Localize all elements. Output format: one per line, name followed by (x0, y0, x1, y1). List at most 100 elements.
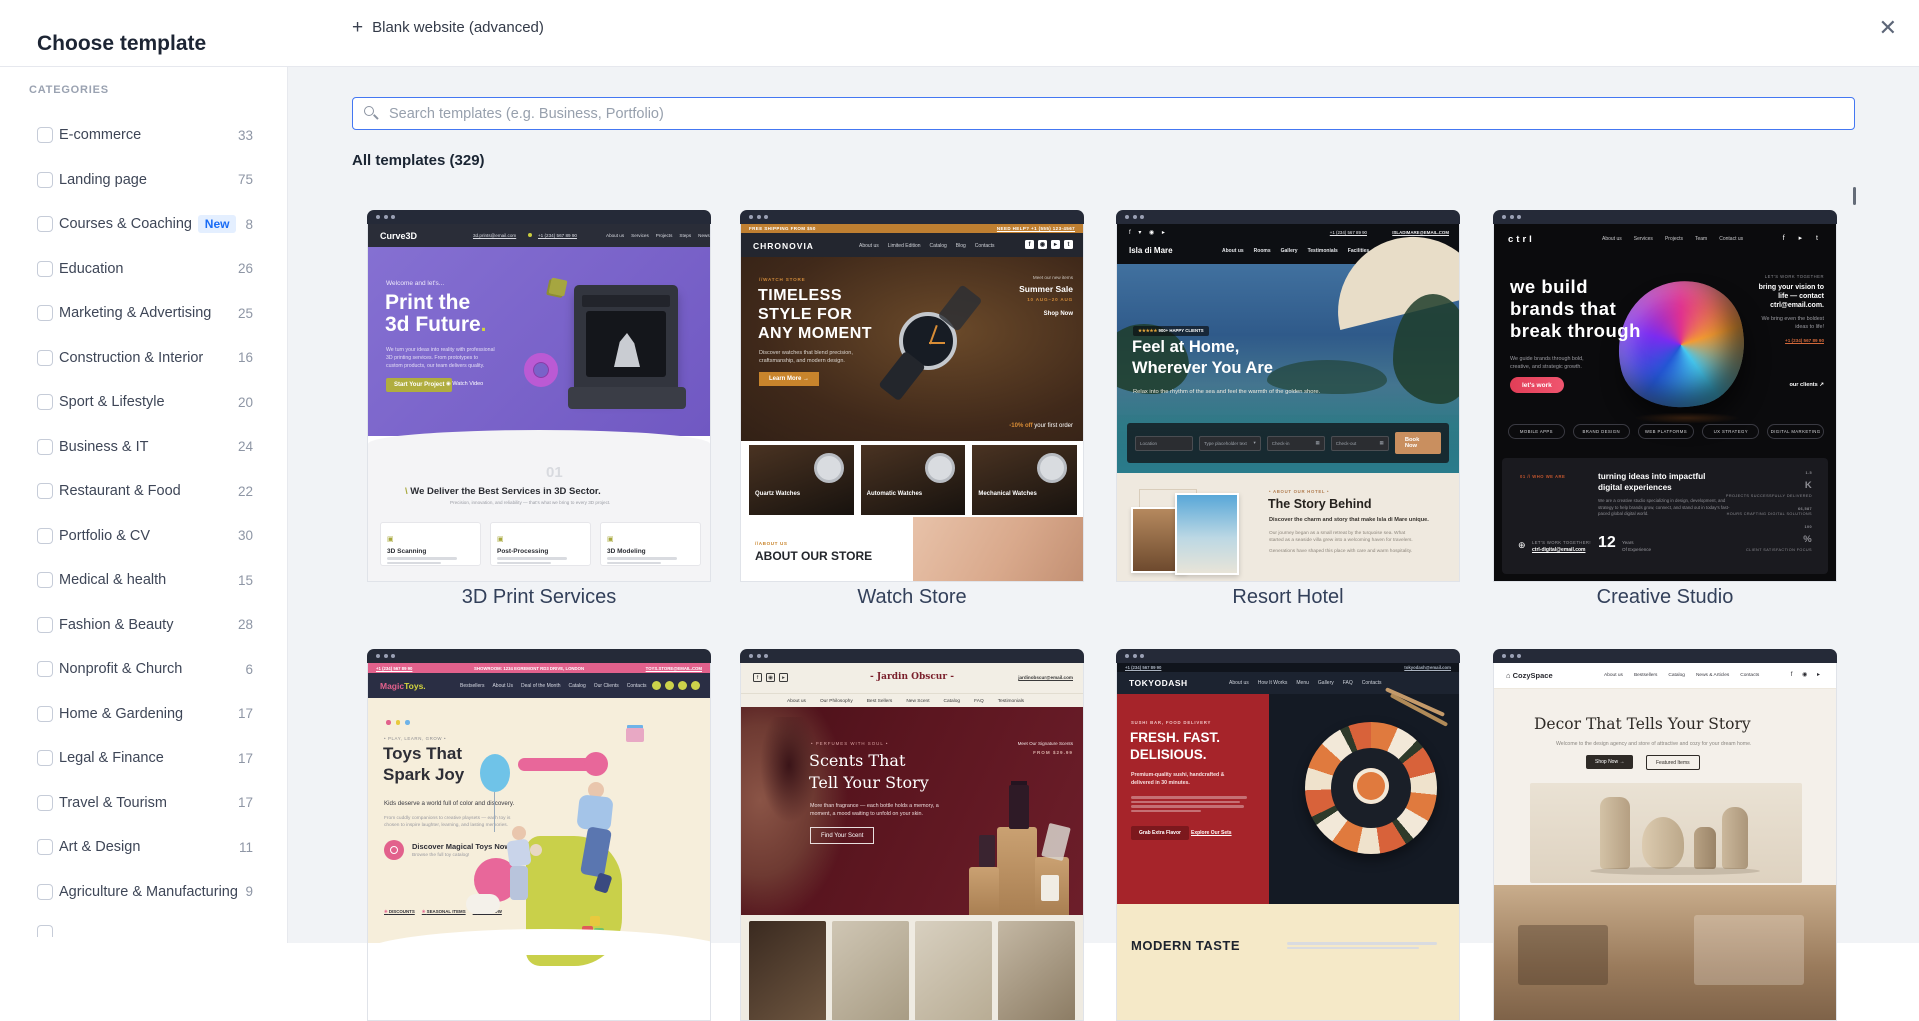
category-checkbox[interactable] (37, 216, 53, 233)
feature-card: ▣ Post-Processing (490, 522, 591, 566)
model-photo (913, 517, 1083, 581)
feature-icon: ▣ (497, 536, 504, 543)
social-icons: f ◉ ▸ (1790, 672, 1824, 678)
category-checkbox[interactable] (37, 483, 53, 500)
category-checkbox[interactable] (37, 260, 53, 277)
category-label: E-commerce (59, 127, 142, 144)
category-checkbox[interactable] (37, 572, 53, 589)
hero-section: Decor That Tells Your Story Welcome to t… (1494, 689, 1836, 885)
category-count: 22 (237, 483, 253, 499)
category-row[interactable]: Legal & Finance 17 (0, 736, 287, 781)
hero-link: ✳ DISCOUNTS (384, 909, 415, 914)
hero-section: SUSHI BAR, FOOD DELIVERY FRESH. FAST. DE… (1117, 687, 1459, 904)
category-row[interactable]: Business & IT 24 (0, 425, 287, 470)
category-checkbox[interactable] (37, 305, 53, 322)
service-pill: UX STRATEGY (1702, 424, 1760, 439)
page-title: Choose template (37, 32, 207, 56)
mini-logo: TOKYODASH (1129, 678, 1188, 688)
social-icons: f ▸ t (1782, 235, 1824, 242)
category-checkbox[interactable] (37, 171, 53, 188)
template-card-resort-hotel[interactable]: f ▾ ◉ ▸ +1 (234) 567 89 90 ISLADIMARE@EM… (1116, 210, 1460, 608)
booking-location-field: Location (1135, 435, 1194, 451)
category-row[interactable]: Restaurant & Food 22 (0, 469, 287, 514)
category-row[interactable]: Landing page 75 (0, 158, 287, 203)
category-count: 8 (245, 216, 253, 232)
category-checkbox[interactable] (37, 438, 53, 455)
category-count: 11 (238, 839, 253, 855)
booking-checkout-field: Check-out ▦ (1330, 435, 1389, 451)
template-card-creative-studio[interactable]: ctrl About us Services Projects Team Contact… (1493, 210, 1837, 608)
category-label: Fashion & Beauty (59, 616, 174, 633)
category-row[interactable]: Art & Design 11 (0, 825, 287, 870)
template-preview: +1 (234) 567 89 90 SHOWROOM: 1234 EGREMO… (367, 663, 711, 1021)
blank-website-label: Blank website (advanced) (372, 19, 544, 36)
category-row[interactable]: Agriculture & Manufacturing 9 (0, 870, 287, 915)
category-checkbox[interactable] (37, 750, 53, 767)
category-count: 16 (237, 350, 253, 366)
search-box (352, 97, 1855, 130)
category-row[interactable]: Travel & Tourism 17 (0, 781, 287, 826)
mini-cta-2: Featured Items (1646, 755, 1700, 770)
category-checkbox-partial[interactable] (37, 925, 53, 937)
category-count: 17 (237, 706, 253, 722)
blank-website-button[interactable]: + Blank website (advanced) (352, 18, 544, 37)
category-row[interactable]: Portfolio & CV 30 (0, 514, 287, 559)
template-card-perfume-store[interactable]: f ◉ ▸ - Jardin Obscur - jardinobscur@email… (740, 649, 1084, 1021)
category-row[interactable]: Sport & Lifestyle 20 (0, 380, 287, 425)
feature-icon: ▣ (387, 536, 394, 543)
category-label: Medical & health (59, 572, 167, 589)
category-count: 26 (237, 261, 253, 277)
template-card-toy-store[interactable]: +1 (234) 567 89 90 SHOWROOM: 1234 EGREMO… (367, 649, 711, 1021)
category-checkbox[interactable] (37, 839, 53, 856)
category-row[interactable]: Marketing & Advertising 25 (0, 291, 287, 336)
placeholder-text (1131, 794, 1247, 814)
category-checkbox[interactable] (37, 616, 53, 633)
template-preview: f ▾ ◉ ▸ +1 (234) 567 89 90 ISLADIMARE@EM… (1116, 224, 1460, 582)
category-row[interactable]: Courses & Coaching New 8 (0, 202, 287, 247)
category-label: Nonprofit & Church (59, 661, 183, 678)
category-row[interactable]: Home & Gardening 17 (0, 692, 287, 737)
template-card-3d-print[interactable]: Curve3D 3d.prints@email.com +1 (234) 567… (367, 210, 711, 608)
product-thumbnails (741, 915, 1083, 1020)
scrollbar-thumb[interactable] (1853, 187, 1856, 205)
close-icon[interactable]: ✕ (1879, 17, 1897, 39)
category-checkbox[interactable] (37, 127, 53, 144)
mini-nav: About usServicesProjectsStepsNewsContact… (606, 233, 710, 238)
feature-card: ▣ 3D Scanning (380, 522, 481, 566)
category-row[interactable]: Education 26 (0, 247, 287, 292)
category-row[interactable]: Construction & Interior 16 (0, 336, 287, 381)
stats-column: 1.5 K PROJECTS SUCCESSFULLY DELIVERED 66,… (1726, 470, 1812, 552)
template-card-watch-store[interactable]: FREE SHIPPING FROM $50 NEED HELP? +1 (55… (740, 210, 1084, 608)
category-label: Construction & Interior (59, 349, 204, 366)
template-preview: ctrl About us Services Projects Team Contact… (1493, 224, 1837, 582)
service-pills: MOBILE APPS BRAND DESIGN WEB PLATFORMS UX S… (1508, 424, 1824, 439)
template-caption: Creative Studio (1596, 586, 1734, 608)
interior-photo (1494, 885, 1836, 1020)
search-input[interactable] (387, 98, 1847, 129)
category-row[interactable]: Medical & health 15 (0, 558, 287, 603)
category-checkbox[interactable] (37, 705, 53, 722)
mini-nav: About us Services Projects Team Contact us (1602, 236, 1744, 242)
category-checkbox[interactable] (37, 394, 53, 411)
category-checkbox[interactable] (37, 527, 53, 544)
hero-section: • PLAY, LEARN, GROW • Toys That Spark Jo… (368, 698, 710, 966)
template-card-sushi-restaurant[interactable]: +1 (234) 567 89 90 tokyodash@email.com T… (1116, 649, 1460, 1021)
category-count: 9 (245, 884, 253, 900)
about-section: //ABOUT US ABOUT OUR STORE (741, 517, 1083, 581)
category-row[interactable]: Nonprofit & Church 6 (0, 647, 287, 692)
category-label: Marketing & Advertising (59, 305, 212, 322)
template-caption: Watch Store (857, 586, 967, 608)
template-card-decor-store[interactable]: ⌂ CozySpace About us Bestsellers Catalog Ne… (1493, 649, 1837, 1021)
feature-icon: ▣ (607, 536, 614, 543)
features-section: 01 \ We Deliver the Best Services in 3D … (368, 430, 710, 581)
category-checkbox[interactable] (37, 794, 53, 811)
category-row[interactable]: E-commerce 33 (0, 113, 287, 158)
category-row[interactable]: Fashion & Beauty 28 (0, 603, 287, 648)
category-checkbox[interactable] (37, 349, 53, 366)
feature-card: ▣ 3D Modeling (600, 522, 701, 566)
category-label: Landing page (59, 171, 147, 188)
template-preview: Curve3D 3d.prints@email.com +1 (234) 567… (367, 224, 711, 582)
category-label: Courses & Coaching (59, 216, 192, 233)
category-checkbox[interactable] (37, 661, 53, 678)
category-checkbox[interactable] (37, 883, 53, 900)
